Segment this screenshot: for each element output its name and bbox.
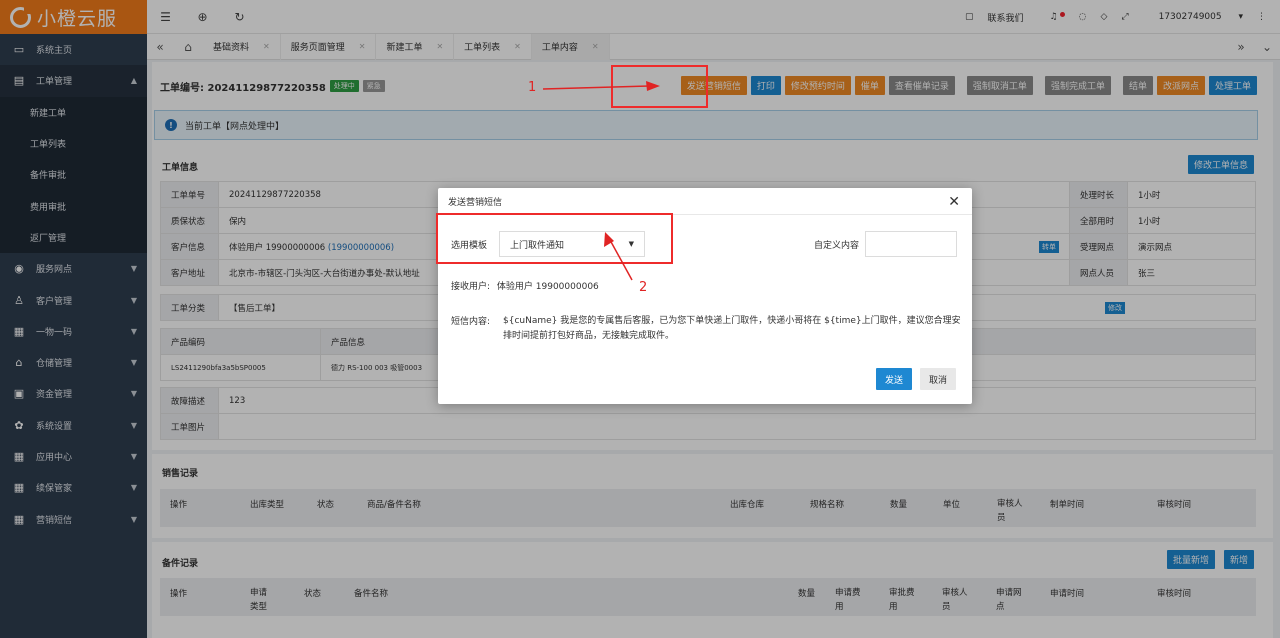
arrow-annotations xyxy=(542,81,660,281)
annotation-number-1: 1 xyxy=(528,80,537,95)
annotation-number-2: 2 xyxy=(639,280,648,295)
